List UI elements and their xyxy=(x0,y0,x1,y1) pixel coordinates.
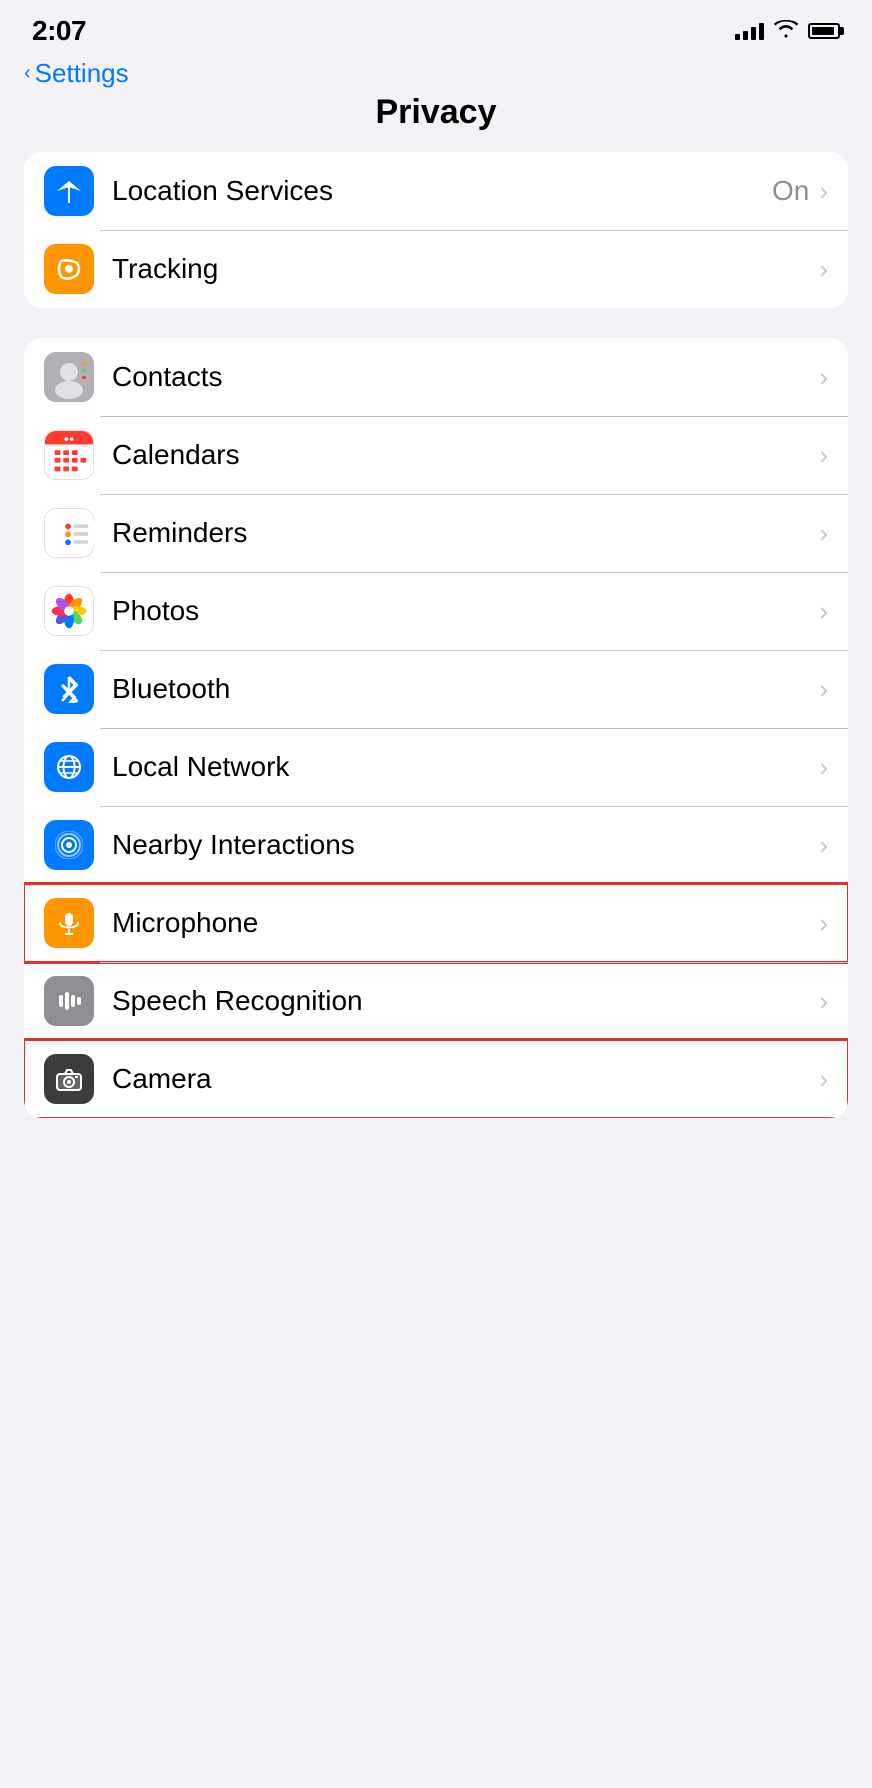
tracking-icon xyxy=(44,244,94,294)
speech-recognition-row[interactable]: Speech Recognition › xyxy=(24,962,848,1040)
contacts-chevron: › xyxy=(819,362,828,393)
camera-row[interactable]: Camera › xyxy=(24,1040,848,1118)
bluetooth-row[interactable]: Bluetooth › xyxy=(24,650,848,728)
photos-label: Photos xyxy=(112,595,819,627)
photos-icon xyxy=(44,586,94,636)
calendars-chevron: › xyxy=(819,440,828,471)
local-network-label: Local Network xyxy=(112,751,819,783)
calendars-icon: ●● xyxy=(44,430,94,480)
back-navigation[interactable]: ‹ Settings xyxy=(0,54,872,89)
bluetooth-icon xyxy=(44,664,94,714)
wifi-icon xyxy=(774,20,798,43)
svg-text:●●: ●● xyxy=(64,434,74,444)
speech-recognition-label: Speech Recognition xyxy=(112,985,819,1017)
nav-header: Privacy xyxy=(0,89,872,152)
bluetooth-label: Bluetooth xyxy=(112,673,819,705)
local-network-chevron: › xyxy=(819,752,828,783)
battery-icon xyxy=(808,23,840,39)
bluetooth-chevron: › xyxy=(819,674,828,705)
tracking-label: Tracking xyxy=(112,253,819,285)
location-services-label: Location Services xyxy=(112,175,772,207)
photos-chevron: › xyxy=(819,596,828,627)
microphone-label: Microphone xyxy=(112,907,819,939)
location-services-chevron: › xyxy=(819,176,828,207)
page-title: Privacy xyxy=(376,93,497,132)
location-group: Location Services On › Tracking › xyxy=(24,152,848,308)
tracking-chevron: › xyxy=(819,254,828,285)
back-label: Settings xyxy=(35,58,129,89)
calendars-label: Calendars xyxy=(112,439,819,471)
speech-recognition-chevron: › xyxy=(819,986,828,1017)
local-network-row[interactable]: Local Network › xyxy=(24,728,848,806)
microphone-icon xyxy=(44,898,94,948)
permissions-group: Contacts › ●● Calendars › xyxy=(24,338,848,1118)
microphone-row[interactable]: Microphone › xyxy=(24,884,848,962)
nearby-interactions-icon xyxy=(44,820,94,870)
reminders-row[interactable]: Reminders › xyxy=(24,494,848,572)
reminders-label: Reminders xyxy=(112,517,819,549)
location-services-value: On xyxy=(772,175,809,207)
nearby-interactions-row[interactable]: Nearby Interactions › xyxy=(24,806,848,884)
status-bar: 2:07 xyxy=(0,0,872,54)
camera-icon xyxy=(44,1054,94,1104)
nearby-interactions-label: Nearby Interactions xyxy=(112,829,819,861)
local-network-icon xyxy=(44,742,94,792)
photos-row[interactable]: Photos › xyxy=(24,572,848,650)
tracking-row[interactable]: Tracking › xyxy=(24,230,848,308)
back-arrow-icon: ‹ xyxy=(24,62,31,85)
camera-chevron: › xyxy=(819,1064,828,1095)
contacts-label: Contacts xyxy=(112,361,819,393)
status-time: 2:07 xyxy=(32,15,86,47)
location-services-row[interactable]: Location Services On › xyxy=(24,152,848,230)
status-icons xyxy=(735,20,840,43)
speech-recognition-icon xyxy=(44,976,94,1026)
signal-bars-icon xyxy=(735,22,764,40)
microphone-chevron: › xyxy=(819,908,828,939)
reminders-icon xyxy=(44,508,94,558)
nearby-interactions-chevron: › xyxy=(819,830,828,861)
camera-label: Camera xyxy=(112,1063,819,1095)
contacts-row[interactable]: Contacts › xyxy=(24,338,848,416)
contacts-icon xyxy=(44,352,94,402)
calendars-row[interactable]: ●● Calendars › xyxy=(24,416,848,494)
location-services-icon xyxy=(44,166,94,216)
reminders-chevron: › xyxy=(819,518,828,549)
